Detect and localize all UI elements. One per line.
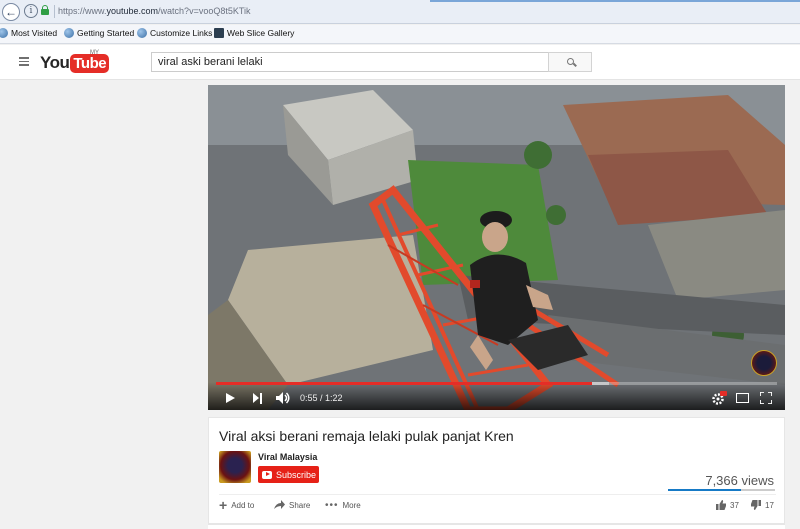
logo-tube: Tube <box>70 53 110 73</box>
more-button[interactable]: ••• More <box>325 500 361 511</box>
globe-icon <box>0 28 8 38</box>
country-code: MY <box>90 50 99 56</box>
subscribe-label: Subscribe <box>276 469 317 480</box>
volume-icon[interactable] <box>275 391 291 405</box>
add-to-button[interactable]: + Add to <box>219 497 255 513</box>
url-field[interactable]: https://www.youtube.com/watch?v=vooQ8t5K… <box>58 6 251 16</box>
subscribe-button[interactable]: Subscribe <box>258 466 319 483</box>
bookmark-web-slice-gallery[interactable]: Web Slice Gallery <box>214 28 294 38</box>
browser-url-bar: ← i https://www.youtube.com/watch?v=vooQ… <box>0 0 800 24</box>
url-path: /watch?v=vooQ8t5KTik <box>158 6 251 16</box>
share-icon <box>274 500 285 509</box>
likes-fill <box>668 489 742 491</box>
info-icon[interactable]: i <box>24 4 38 18</box>
menu-icon[interactable] <box>19 57 29 66</box>
plus-icon: + <box>219 497 228 513</box>
like-button[interactable]: 37 <box>716 500 739 510</box>
globe-icon <box>137 28 147 38</box>
bookmark-label: Customize Links <box>150 28 213 38</box>
bookmark-getting-started[interactable]: Getting Started <box>64 28 134 38</box>
share-label: Share <box>289 500 311 510</box>
logo-you: You <box>40 53 70 72</box>
more-dots-icon: ••• <box>325 500 339 511</box>
bookmark-label: Web Slice Gallery <box>227 28 295 38</box>
web-slice-icon <box>214 28 224 38</box>
play-icon[interactable] <box>226 393 235 403</box>
time-display: 0:55 / 1:22 <box>300 393 343 403</box>
progress-bar[interactable] <box>216 382 777 385</box>
channel-avatar[interactable] <box>219 451 251 483</box>
view-count: 7,366 views <box>705 473 774 488</box>
globe-icon <box>64 28 74 38</box>
next-icon[interactable] <box>253 393 263 404</box>
dislike-button[interactable]: 17 <box>751 500 774 510</box>
share-button[interactable]: Share <box>274 500 310 510</box>
more-label: More <box>342 501 361 510</box>
thumbs-up-icon <box>716 500 726 510</box>
youtube-play-icon <box>262 470 272 479</box>
search-button[interactable] <box>548 52 592 72</box>
theater-mode-icon[interactable] <box>736 393 749 403</box>
youtube-header: You Tube MY viral aski berani lelaki <box>0 45 800 80</box>
channel-watermark[interactable] <box>751 350 777 376</box>
like-count: 37 <box>730 500 739 510</box>
url-focus-line <box>430 0 800 2</box>
bookmark-most-visited[interactable]: Most Visited <box>0 28 57 38</box>
back-arrow-icon[interactable]: ← <box>2 3 20 21</box>
like-dislike-bar <box>668 489 775 491</box>
progress-played <box>216 382 592 385</box>
thumbs-down-icon <box>751 500 761 510</box>
video-player[interactable]: 0:55 / 1:22 <box>208 85 785 410</box>
fullscreen-icon[interactable] <box>760 392 772 404</box>
bookmark-customize-links[interactable]: Customize Links <box>137 28 212 38</box>
next-panel-edge <box>208 524 785 529</box>
video-frame <box>208 85 785 410</box>
url-separator <box>54 5 55 18</box>
video-info-panel: Viral aksi berani remaja lelaki pulak pa… <box>208 417 785 524</box>
player-controls <box>208 382 785 410</box>
video-title: Viral aksi berani remaja lelaki pulak pa… <box>219 428 514 444</box>
bookmarks-toolbar: Most Visited Getting Started Customize L… <box>0 25 800 44</box>
dislike-count: 17 <box>765 500 774 510</box>
settings-gear-icon[interactable] <box>711 391 727 405</box>
add-to-label: Add to <box>231 500 255 510</box>
bookmark-label: Most Visited <box>11 28 58 38</box>
channel-name[interactable]: Viral Malaysia <box>258 452 317 462</box>
url-prefix: https://www. <box>58 6 107 16</box>
url-domain: youtube.com <box>106 6 159 16</box>
bookmark-label: Getting Started <box>77 28 135 38</box>
search-input[interactable]: viral aski berani lelaki <box>151 52 548 72</box>
youtube-logo[interactable]: You Tube MY <box>40 50 110 73</box>
divider <box>219 494 776 495</box>
lock-icon <box>40 5 50 15</box>
